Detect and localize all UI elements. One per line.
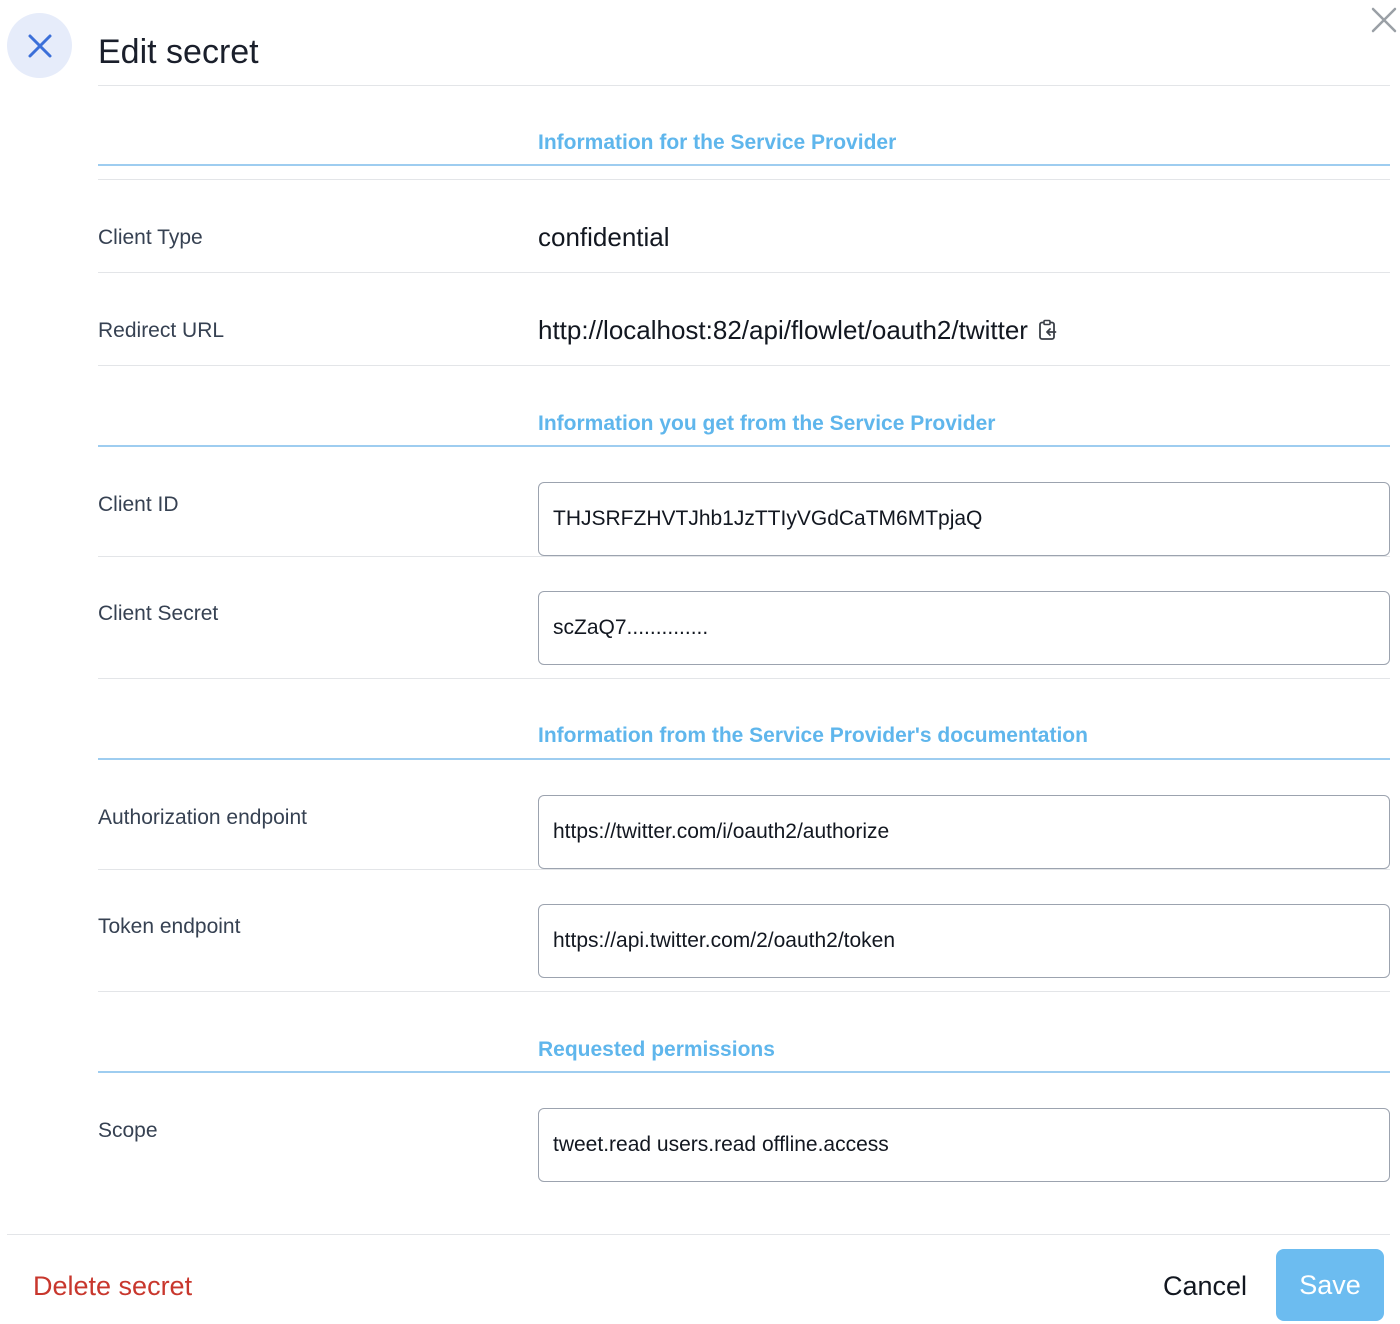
- save-button[interactable]: Save: [1276, 1249, 1384, 1321]
- client-id-label: Client ID: [98, 493, 179, 516]
- divider: [98, 272, 1390, 273]
- section-title-received-info: Information you get from the Service Pro…: [538, 412, 996, 435]
- client-secret-input[interactable]: [538, 591, 1390, 665]
- dialog-title: Edit secret: [98, 33, 259, 71]
- authorization-endpoint-input[interactable]: [538, 795, 1390, 869]
- client-secret-label: Client Secret: [98, 602, 219, 625]
- redirect-url-value: http://localhost:82/api/flowlet/oauth2/t…: [538, 315, 1028, 345]
- client-type-label: Client Type: [98, 226, 203, 249]
- divider: [98, 556, 1390, 557]
- clipboard-copy-icon[interactable]: [1038, 319, 1058, 341]
- section-title-provider-info: Information for the Service Provider: [538, 131, 897, 154]
- section-title-permissions: Requested permissions: [538, 1038, 775, 1061]
- footer-divider: [7, 1234, 1390, 1235]
- close-badge[interactable]: [7, 13, 72, 78]
- divider: [98, 365, 1390, 366]
- cancel-button[interactable]: Cancel: [1163, 1270, 1247, 1302]
- section-divider: [98, 1071, 1390, 1073]
- client-id-input[interactable]: [538, 482, 1390, 556]
- section-divider: [98, 758, 1390, 760]
- redirect-url-row: http://localhost:82/api/flowlet/oauth2/t…: [538, 314, 1058, 346]
- divider: [98, 678, 1390, 679]
- divider: [98, 85, 1390, 86]
- close-icon: [28, 34, 51, 57]
- section-title-documentation: Information from the Service Provider's …: [538, 724, 1088, 747]
- section-divider: [98, 445, 1390, 447]
- section-divider: [98, 164, 1390, 166]
- token-endpoint-input[interactable]: [538, 904, 1390, 978]
- divider: [98, 991, 1390, 992]
- client-type-value: confidential: [538, 222, 670, 252]
- scope-label: Scope: [98, 1119, 158, 1142]
- delete-secret-button[interactable]: Delete secret: [33, 1270, 192, 1302]
- authorization-endpoint-label: Authorization endpoint: [98, 806, 307, 829]
- token-endpoint-label: Token endpoint: [98, 915, 241, 938]
- close-icon: [1371, 7, 1397, 33]
- divider: [98, 179, 1390, 180]
- dialog-close-button[interactable]: [1368, 4, 1400, 36]
- divider: [98, 869, 1390, 870]
- scope-input[interactable]: [538, 1108, 1390, 1182]
- redirect-url-label: Redirect URL: [98, 319, 225, 342]
